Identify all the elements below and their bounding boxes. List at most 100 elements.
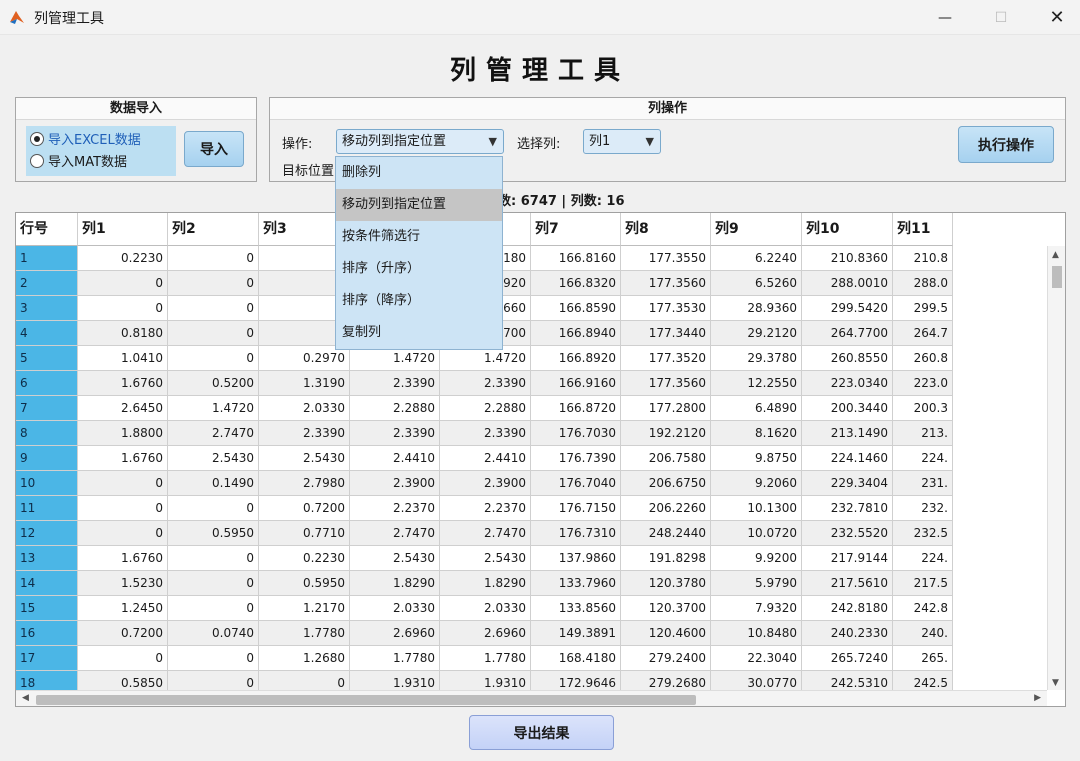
table-cell[interactable]: 2.5430: [259, 446, 350, 471]
table-cell[interactable]: 177.3530: [621, 296, 711, 321]
table-cell[interactable]: 29.3780: [711, 346, 802, 371]
table-cell[interactable]: 0: [168, 571, 259, 596]
table-cell[interactable]: 6.4890: [711, 396, 802, 421]
table-cell[interactable]: 133.8560: [531, 596, 621, 621]
row-number-cell[interactable]: 3: [16, 296, 78, 321]
table-cell[interactable]: 206.6750: [621, 471, 711, 496]
radio-excel[interactable]: 导入EXCEL数据: [30, 129, 141, 148]
table-cell[interactable]: 166.9160: [531, 371, 621, 396]
table-cell[interactable]: 232.5: [893, 521, 953, 546]
table-cell[interactable]: 2.4410: [440, 446, 531, 471]
row-number-cell[interactable]: 12: [16, 521, 78, 546]
table-cell[interactable]: 9.9200: [711, 546, 802, 571]
table-cell[interactable]: 2.6960: [440, 621, 531, 646]
table-cell[interactable]: 1.6760: [78, 546, 168, 571]
table-cell[interactable]: 0: [168, 246, 259, 271]
table-cell[interactable]: 120.3700: [621, 596, 711, 621]
table-cell[interactable]: 265.7240: [802, 646, 893, 671]
dropdown-item-delete[interactable]: 删除列: [336, 157, 502, 189]
table-cell[interactable]: 166.8920: [531, 346, 621, 371]
table-cell[interactable]: 177.3560: [621, 271, 711, 296]
table-cell[interactable]: 231.: [893, 471, 953, 496]
table-cell[interactable]: 120.4600: [621, 621, 711, 646]
table-cell[interactable]: 166.8590: [531, 296, 621, 321]
table-cell[interactable]: 264.7: [893, 321, 953, 346]
table-cell[interactable]: 2.3390: [259, 421, 350, 446]
table-cell[interactable]: 1.2450: [78, 596, 168, 621]
table-cell[interactable]: 299.5420: [802, 296, 893, 321]
table-cell[interactable]: 2.7470: [440, 521, 531, 546]
table-cell[interactable]: 224.1460: [802, 446, 893, 471]
table-cell[interactable]: 0: [168, 271, 259, 296]
table-cell[interactable]: 166.8160: [531, 246, 621, 271]
table-cell[interactable]: 2.0330: [259, 396, 350, 421]
maximize-button[interactable]: ☐: [978, 0, 1024, 35]
scroll-left-icon[interactable]: ◀: [22, 693, 29, 703]
table-cell[interactable]: 168.4180: [531, 646, 621, 671]
table-cell[interactable]: 242.8: [893, 596, 953, 621]
table-cell[interactable]: 0: [78, 471, 168, 496]
table-cell[interactable]: 166.8720: [531, 396, 621, 421]
table-cell[interactable]: 0.7200: [78, 621, 168, 646]
table-cell[interactable]: 265.: [893, 646, 953, 671]
row-number-cell[interactable]: 10: [16, 471, 78, 496]
table-cell[interactable]: 7.9320: [711, 596, 802, 621]
table-cell[interactable]: 1.4720: [168, 396, 259, 421]
table-cell[interactable]: 166.8320: [531, 271, 621, 296]
table-cell[interactable]: 0.1490: [168, 471, 259, 496]
table-cell[interactable]: 1.8800: [78, 421, 168, 446]
table-cell[interactable]: 2.3390: [440, 371, 531, 396]
export-button[interactable]: 导出结果: [469, 715, 614, 750]
table-cell[interactable]: 213.1490: [802, 421, 893, 446]
horizontal-scroll-thumb[interactable]: [36, 695, 696, 705]
table-cell[interactable]: 5.9790: [711, 571, 802, 596]
table-cell[interactable]: 137.9860: [531, 546, 621, 571]
dropdown-item-copy[interactable]: 复制列: [336, 317, 502, 349]
row-number-cell[interactable]: 7: [16, 396, 78, 421]
row-number-cell[interactable]: 5: [16, 346, 78, 371]
table-cell[interactable]: 10.0720: [711, 521, 802, 546]
dropdown-item-sort-desc[interactable]: 排序（降序）: [336, 285, 502, 317]
table-cell[interactable]: 1.0410: [78, 346, 168, 371]
table-cell[interactable]: 0.7710: [259, 521, 350, 546]
table-cell[interactable]: 1.7780: [440, 646, 531, 671]
table-cell[interactable]: 288.0: [893, 271, 953, 296]
table-cell[interactable]: 29.2120: [711, 321, 802, 346]
table-cell[interactable]: 10.8480: [711, 621, 802, 646]
horizontal-scrollbar[interactable]: ◀ ▶: [16, 690, 1047, 706]
table-cell[interactable]: 2.2370: [350, 496, 440, 521]
table-cell[interactable]: 223.0340: [802, 371, 893, 396]
table-cell[interactable]: 224.: [893, 546, 953, 571]
table-cell[interactable]: 260.8: [893, 346, 953, 371]
table-cell[interactable]: 210.8: [893, 246, 953, 271]
radio-mat[interactable]: 导入MAT数据: [30, 151, 127, 170]
table-cell[interactable]: 177.3440: [621, 321, 711, 346]
table-cell[interactable]: 2.3900: [350, 471, 440, 496]
table-cell[interactable]: 223.0: [893, 371, 953, 396]
table-cell[interactable]: 232.7810: [802, 496, 893, 521]
table-cell[interactable]: 0.7200: [259, 496, 350, 521]
table-cell[interactable]: 1.2170: [259, 596, 350, 621]
table-cell[interactable]: 2.5430: [440, 546, 531, 571]
table-cell[interactable]: 177.2800: [621, 396, 711, 421]
row-number-cell[interactable]: 6: [16, 371, 78, 396]
table-cell[interactable]: 2.2370: [440, 496, 531, 521]
table-cell[interactable]: 0.0740: [168, 621, 259, 646]
table-cell[interactable]: 0.5950: [259, 571, 350, 596]
row-number-cell[interactable]: 4: [16, 321, 78, 346]
table-cell[interactable]: 1.8290: [440, 571, 531, 596]
table-cell[interactable]: 2.2880: [440, 396, 531, 421]
dropdown-item-filter[interactable]: 按条件筛选行: [336, 221, 502, 253]
execute-button[interactable]: 执行操作: [958, 126, 1054, 163]
column-header[interactable]: 列9: [711, 213, 802, 246]
column-header[interactable]: 列7: [531, 213, 621, 246]
table-cell[interactable]: 177.3520: [621, 346, 711, 371]
table-cell[interactable]: 9.2060: [711, 471, 802, 496]
column-header[interactable]: 行号: [16, 213, 78, 246]
minimize-button[interactable]: —: [922, 0, 968, 35]
close-button[interactable]: ✕: [1034, 0, 1080, 35]
table-cell[interactable]: 10.1300: [711, 496, 802, 521]
table-cell[interactable]: 1.5230: [78, 571, 168, 596]
row-number-cell[interactable]: 13: [16, 546, 78, 571]
table-cell[interactable]: 2.5430: [350, 546, 440, 571]
